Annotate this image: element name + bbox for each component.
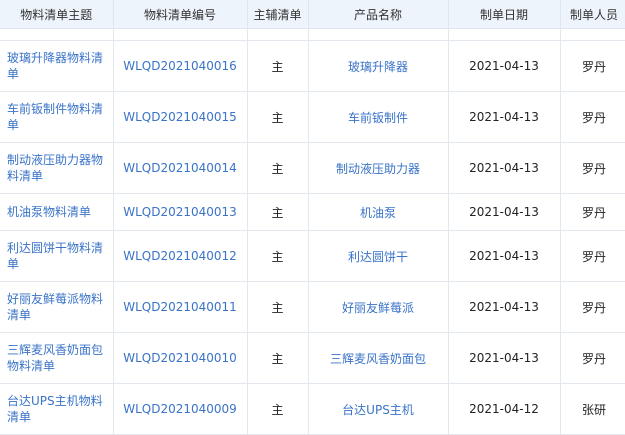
date-cell: 2021-04-12 [448, 383, 561, 435]
topic-link[interactable]: 三辉麦风香奶面包物料清单 [0, 332, 114, 384]
product-link[interactable]: 车前钣制件 [308, 91, 449, 143]
table-row[interactable]: 利达圆饼干物料清单 WLQD2021040012 主 利达圆饼干 2021-04… [0, 230, 625, 282]
date-cell: 2021-04-13 [448, 40, 561, 92]
date-cell: 2021-04-13 [448, 332, 561, 384]
maker-cell: 罗丹 [560, 91, 625, 143]
date-cell: 2021-04-13 [448, 193, 561, 231]
product-link[interactable]: 好丽友鲜莓派 [308, 281, 449, 333]
topic-link[interactable]: 玻璃升降器物料清单 [0, 40, 114, 92]
code-link[interactable]: WLQD2021040012 [113, 230, 248, 282]
table-row[interactable]: 制动液压助力器物料清单 WLQD2021040014 主 制动液压助力器 202… [0, 142, 625, 194]
header-product[interactable]: 产品名称 [308, 0, 449, 29]
table-row[interactable]: 玻璃升降器物料清单 WLQD2021040016 主 玻璃升降器 2021-04… [0, 40, 625, 92]
product-link[interactable]: 玻璃升降器 [308, 40, 449, 92]
maker-cell: 罗丹 [560, 332, 625, 384]
table-row[interactable]: 台达UPS主机物料清单 WLQD2021040009 主 台达UPS主机 202… [0, 383, 625, 435]
type-cell: 主 [247, 91, 309, 143]
header-type[interactable]: 主辅清单 [247, 0, 309, 29]
maker-cell: 罗丹 [560, 281, 625, 333]
type-cell: 主 [247, 142, 309, 194]
maker-cell: 张研 [560, 383, 625, 435]
table-row[interactable]: 车前钣制件物料清单 WLQD2021040015 主 车前钣制件 2021-04… [0, 91, 625, 143]
bom-table: 物料清单主题 物料清单编号 主辅清单 产品名称 制单日期 制单人员 玻璃升降器物… [0, 0, 625, 435]
type-cell: 主 [247, 383, 309, 435]
topic-link[interactable]: 机油泵物料清单 [0, 193, 114, 231]
table-row[interactable]: 三辉麦风香奶面包物料清单 WLQD2021040010 主 三辉麦风香奶面包 2… [0, 332, 625, 384]
header-maker[interactable]: 制单人员 [560, 0, 625, 29]
type-cell: 主 [247, 281, 309, 333]
maker-cell: 罗丹 [560, 40, 625, 92]
date-cell: 2021-04-13 [448, 142, 561, 194]
date-cell: 2021-04-13 [448, 230, 561, 282]
maker-cell: 罗丹 [560, 193, 625, 231]
topic-link[interactable]: 利达圆饼干物料清单 [0, 230, 114, 282]
product-link[interactable]: 机油泵 [308, 193, 449, 231]
type-cell: 主 [247, 332, 309, 384]
topic-link[interactable]: 车前钣制件物料清单 [0, 91, 114, 143]
code-link[interactable]: WLQD2021040009 [113, 383, 248, 435]
code-link[interactable]: WLQD2021040010 [113, 332, 248, 384]
code-link[interactable]: WLQD2021040011 [113, 281, 248, 333]
header-date[interactable]: 制单日期 [448, 0, 561, 29]
type-cell: 主 [247, 40, 309, 92]
code-link[interactable]: WLQD2021040016 [113, 40, 248, 92]
code-link[interactable]: WLQD2021040015 [113, 91, 248, 143]
table-row[interactable]: 好丽友鲜莓派物料清单 WLQD2021040011 主 好丽友鲜莓派 2021-… [0, 281, 625, 333]
maker-cell: 罗丹 [560, 142, 625, 194]
topic-link[interactable]: 好丽友鲜莓派物料清单 [0, 281, 114, 333]
product-link[interactable]: 台达UPS主机 [308, 383, 449, 435]
code-link[interactable]: WLQD2021040013 [113, 193, 248, 231]
type-cell: 主 [247, 193, 309, 231]
table-header-row: 物料清单主题 物料清单编号 主辅清单 产品名称 制单日期 制单人员 [0, 0, 625, 29]
table-spacer-row [0, 28, 625, 41]
topic-link[interactable]: 制动液压助力器物料清单 [0, 142, 114, 194]
product-link[interactable]: 制动液压助力器 [308, 142, 449, 194]
product-link[interactable]: 三辉麦风香奶面包 [308, 332, 449, 384]
table-row[interactable]: 机油泵物料清单 WLQD2021040013 主 机油泵 2021-04-13 … [0, 193, 625, 231]
code-link[interactable]: WLQD2021040014 [113, 142, 248, 194]
date-cell: 2021-04-13 [448, 91, 561, 143]
maker-cell: 罗丹 [560, 230, 625, 282]
product-link[interactable]: 利达圆饼干 [308, 230, 449, 282]
header-topic[interactable]: 物料清单主题 [0, 0, 114, 29]
topic-link[interactable]: 台达UPS主机物料清单 [0, 383, 114, 435]
type-cell: 主 [247, 230, 309, 282]
header-code[interactable]: 物料清单编号 [113, 0, 248, 29]
date-cell: 2021-04-13 [448, 281, 561, 333]
